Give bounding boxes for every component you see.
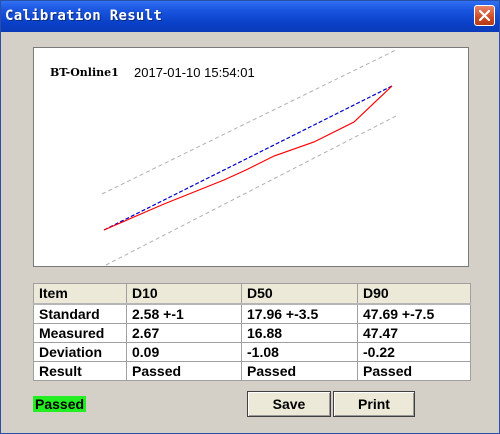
table-cell: Passed bbox=[357, 361, 471, 381]
column-header: D90 bbox=[357, 283, 471, 305]
table-cell: 17.96 +-3.5 bbox=[241, 303, 358, 324]
table-cell: Passed bbox=[126, 361, 242, 381]
device-label: BT-Online1 bbox=[50, 66, 119, 79]
close-icon bbox=[479, 10, 490, 21]
table-row: Standard 2.58 +-1 17.96 +-3.5 47.69 +-7.… bbox=[33, 303, 471, 324]
results-table: Item D10 D50 D90 Standard 2.58 +-1 17.96… bbox=[33, 283, 471, 381]
status-badge: Passed bbox=[33, 396, 87, 412]
row-label: Standard bbox=[33, 303, 127, 324]
table-cell: Passed bbox=[241, 361, 358, 381]
column-header: D10 bbox=[126, 283, 242, 305]
table-header-row: Item D10 D50 D90 bbox=[33, 283, 471, 305]
table-cell: 0.09 bbox=[126, 342, 242, 362]
calibration-plot: BT-Online1 2017-01-10 15:54:01 bbox=[33, 47, 469, 267]
close-button[interactable] bbox=[474, 5, 495, 26]
window-title: Calibration Result bbox=[5, 8, 163, 24]
lower-limit-line bbox=[105, 115, 397, 266]
table-cell: 2.58 +-1 bbox=[126, 303, 242, 324]
table-cell: 47.69 +-7.5 bbox=[357, 303, 471, 324]
table-row: Measured 2.67 16.88 47.47 bbox=[33, 323, 471, 343]
timestamp-label: 2017-01-10 15:54:01 bbox=[134, 65, 255, 80]
calibration-result-window: Calibration Result BT-Online1 2017-01-10… bbox=[0, 0, 500, 434]
table-cell: -0.22 bbox=[357, 342, 471, 362]
table-cell: 47.47 bbox=[357, 323, 471, 343]
table-cell: 2.67 bbox=[126, 323, 242, 343]
print-button[interactable]: Print bbox=[333, 391, 415, 417]
plot-graphic bbox=[101, 49, 397, 266]
table-cell: -1.08 bbox=[241, 342, 358, 362]
table-row: Deviation 0.09 -1.08 -0.22 bbox=[33, 342, 471, 362]
table-row: Result Passed Passed Passed bbox=[33, 361, 471, 381]
row-label: Deviation bbox=[33, 342, 127, 362]
row-label: Measured bbox=[33, 323, 127, 343]
table-cell: 16.88 bbox=[241, 323, 358, 343]
column-header: Item bbox=[33, 283, 127, 305]
save-button[interactable]: Save bbox=[247, 391, 331, 417]
row-label: Result bbox=[33, 361, 127, 381]
column-header: D50 bbox=[241, 283, 358, 305]
standard-line bbox=[103, 85, 393, 231]
title-bar: Calibration Result bbox=[1, 1, 499, 32]
